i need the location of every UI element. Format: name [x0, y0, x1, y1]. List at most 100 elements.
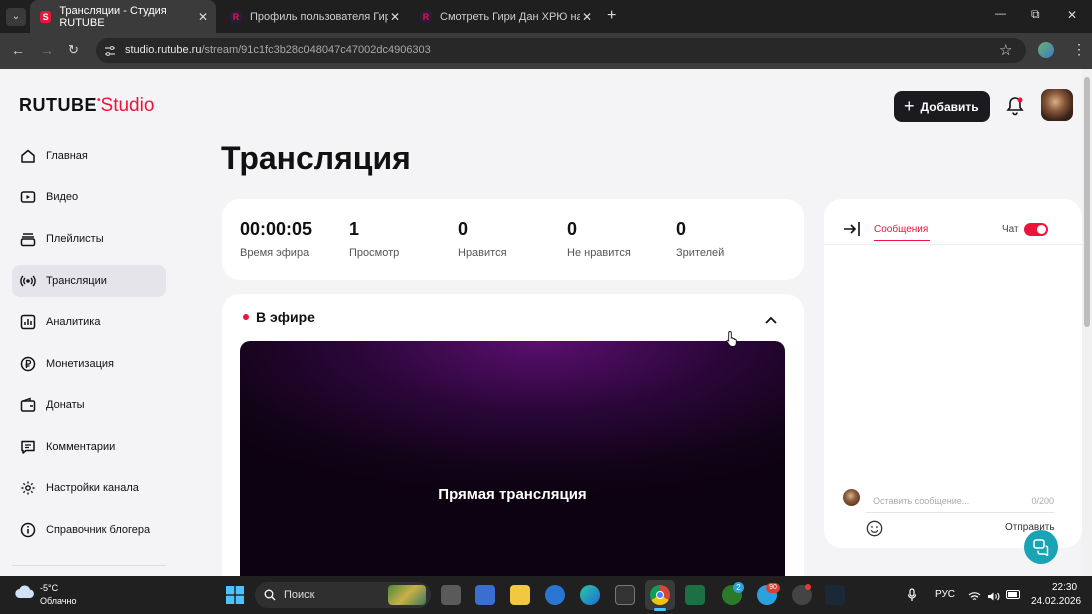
taskbar-search-label: Поиск	[284, 589, 315, 601]
sidebar-item-label: Главная	[46, 150, 88, 162]
sidebar-item-donations[interactable]: Донаты	[12, 389, 166, 421]
browser-tab[interactable]: R Смотреть Гири Дан ХРЮ на R ✕	[410, 0, 600, 33]
sidebar-item-home[interactable]: Главная	[12, 140, 166, 172]
weather-desc[interactable]: Облачно	[40, 596, 76, 606]
ruble-icon	[20, 356, 36, 372]
sidebar-item-label: Донаты	[46, 399, 85, 411]
search-icon	[264, 589, 276, 601]
page-title: Трансляция	[221, 140, 411, 176]
bookmark-star-icon[interactable]: ☆	[999, 41, 1012, 59]
task-view-icon[interactable]	[441, 585, 461, 605]
clock-time[interactable]: 22:30	[1052, 582, 1077, 593]
sidebar-item-analytics[interactable]: Аналитика	[12, 306, 166, 338]
mail-icon[interactable]	[545, 585, 565, 605]
sidebar-item-playlists[interactable]: Плейлисты	[12, 223, 166, 255]
plus-icon: +	[904, 96, 915, 116]
edge-icon[interactable]	[580, 585, 600, 605]
close-tab-icon[interactable]: ✕	[582, 10, 592, 24]
stat-dislikes-value: 0	[567, 219, 578, 239]
sidebar-item-video[interactable]: Видео	[12, 181, 166, 213]
profile-avatar-icon[interactable]	[1038, 42, 1054, 58]
collapse-chevron-icon[interactable]	[764, 312, 778, 324]
add-button[interactable]: + Добавить	[894, 91, 990, 122]
site-settings-icon[interactable]	[104, 44, 116, 56]
language-indicator[interactable]: РУС	[935, 589, 955, 600]
support-chat-icon	[1033, 539, 1049, 556]
sidebar-item-comments[interactable]: Комментарии	[12, 431, 166, 463]
live-label: В эфире	[256, 309, 315, 325]
user-avatar[interactable]	[1041, 89, 1073, 121]
sidebar-item-label: Комментарии	[46, 441, 116, 453]
sidebar-item-broadcasts[interactable]: Трансляции	[12, 265, 166, 297]
steam-icon[interactable]	[825, 585, 845, 605]
chat-input-placeholder: Оставить сообщение...	[873, 495, 970, 506]
file-explorer-icon[interactable]	[510, 585, 530, 605]
wifi-icon[interactable]	[968, 589, 981, 600]
stat-air-time-label: Время эфира	[240, 247, 310, 259]
address-bar[interactable]: studio.rutube.ru/stream/91c1fc3b28c04804…	[96, 38, 1026, 63]
logo-rutube: RUTUBE	[19, 95, 97, 115]
tab-title: Профиль пользователя Гири Д	[250, 10, 388, 23]
forward-arrow-icon[interactable]: →	[40, 42, 54, 58]
maximize-button[interactable]: ⧉	[1031, 7, 1040, 22]
new-tab-button[interactable]: +	[607, 7, 616, 25]
search-highlight-image	[388, 585, 426, 605]
close-tab-icon[interactable]: ✕	[390, 10, 400, 24]
bell-icon[interactable]	[1006, 96, 1024, 116]
rutube-studio-logo[interactable]: RUTUBE • Studio	[19, 95, 154, 117]
emoji-icon[interactable]	[866, 520, 883, 537]
close-window-button[interactable]: ✕	[1067, 8, 1077, 22]
taskbar-search[interactable]: Поиск	[255, 582, 431, 608]
home-icon	[20, 148, 36, 164]
chrome-icon[interactable]	[650, 585, 670, 605]
sidebar-item-channel-settings[interactable]: Настройки канала	[12, 472, 166, 504]
microphone-icon[interactable]	[907, 588, 917, 602]
minimize-button[interactable]: —	[995, 8, 1006, 20]
browser-tab-active[interactable]: S Трансляции - Студия RUTUBE ✕	[30, 0, 216, 33]
battery-icon[interactable]	[1006, 590, 1020, 599]
sidebar-item-label: Аналитика	[46, 316, 101, 328]
close-tab-icon[interactable]: ✕	[198, 10, 208, 24]
tab-title: Смотреть Гири Дан ХРЮ на R	[440, 10, 580, 23]
sidebar-item-label: Справочник блогера	[46, 524, 151, 536]
browser-tab[interactable]: R Профиль пользователя Гири Д ✕	[220, 0, 408, 33]
gear-icon	[20, 480, 36, 496]
back-arrow-icon[interactable]: ←	[11, 42, 25, 58]
mouse-pointer-icon	[726, 330, 738, 348]
xbox-badge: 2	[733, 582, 744, 593]
chat-message-input[interactable]: Оставить сообщение... 0/200	[866, 489, 1054, 513]
weather-temp[interactable]: -5°C	[40, 583, 58, 593]
sidebar-item-blogger-guide[interactable]: Справочник блогера	[12, 514, 166, 546]
windows-start-icon[interactable]	[226, 586, 244, 604]
tab-list-button[interactable]: ⌄	[6, 8, 26, 26]
stat-viewers-value: 0	[676, 219, 687, 239]
support-chat-button[interactable]	[1024, 530, 1058, 564]
chrome-active-indicator	[654, 608, 666, 611]
stat-likes-label: Нравится	[458, 247, 507, 259]
tab-messages[interactable]: Сообщения	[874, 224, 928, 235]
volume-icon[interactable]	[987, 589, 1000, 601]
collapse-chat-icon[interactable]	[843, 221, 861, 237]
weather-cloud-icon[interactable]	[14, 585, 36, 599]
add-button-label: Добавить	[920, 99, 979, 114]
reload-icon[interactable]: ↻	[68, 42, 79, 58]
chat-toggle-label: Чат	[1002, 224, 1019, 235]
rutube-favicon: R	[230, 10, 242, 23]
terminal-icon[interactable]	[615, 585, 635, 605]
scrollbar[interactable]	[1082, 69, 1092, 576]
browser-menu-icon[interactable]: ⋮	[1072, 41, 1086, 58]
excel-icon[interactable]	[685, 585, 705, 605]
sidebar-item-monetization[interactable]: Монетизация	[12, 348, 166, 380]
telegram-badge: 90	[766, 583, 780, 593]
stream-preview[interactable]	[240, 341, 785, 576]
tab-messages-underline	[874, 240, 930, 241]
notification-dot	[805, 584, 811, 590]
chat-toggle[interactable]	[1024, 223, 1048, 236]
store-icon[interactable]	[475, 585, 495, 605]
clock-date[interactable]: 24.02.2026	[1031, 596, 1081, 607]
sidebar-item-label: Видео	[46, 191, 79, 203]
sidebar-item-label: Плейлисты	[46, 233, 104, 245]
chat-user-avatar	[843, 489, 860, 506]
stat-views-value: 1	[349, 219, 360, 239]
playlist-icon	[20, 231, 36, 247]
